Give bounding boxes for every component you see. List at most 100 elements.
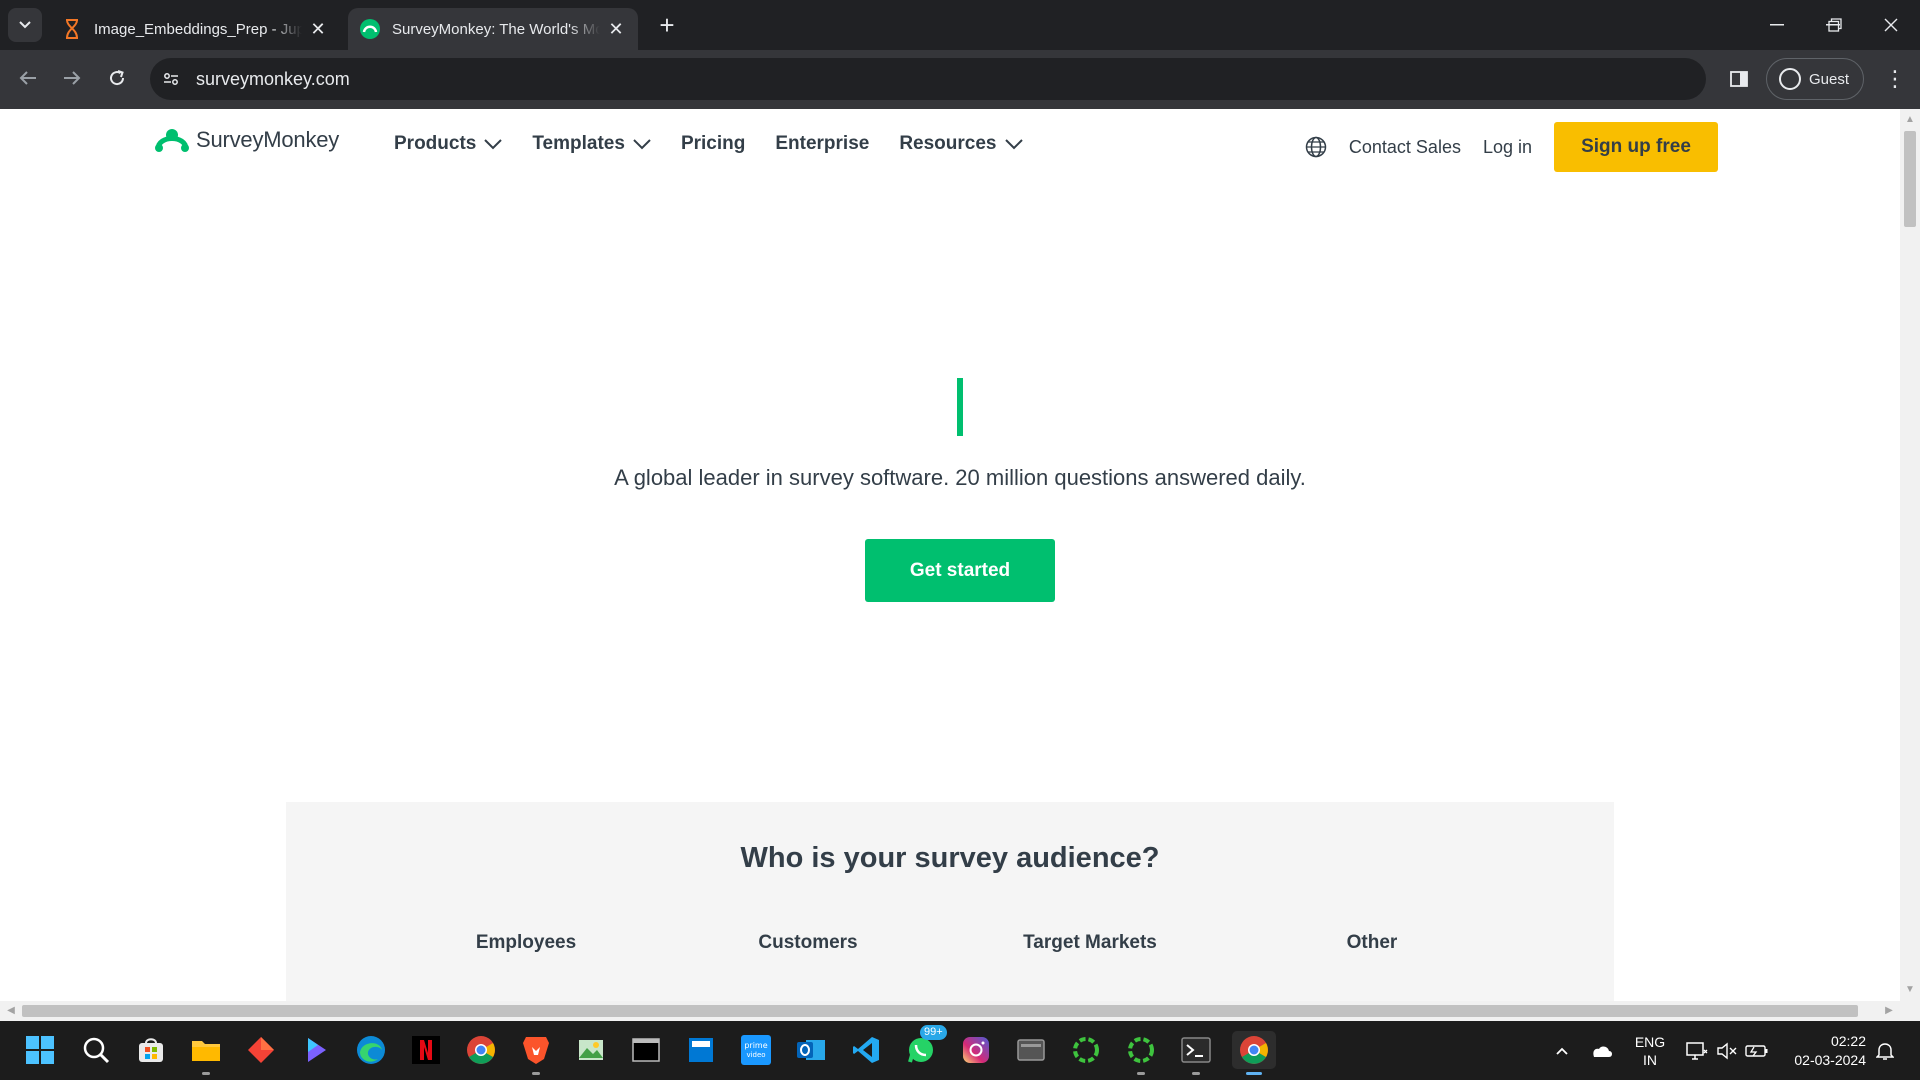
arrow-left-icon [19, 71, 36, 85]
system-clock[interactable]: 02:22 02-03-2024 [1782, 1021, 1866, 1080]
nav-enterprise[interactable]: Enterprise [775, 133, 869, 155]
region-code: IN [1643, 1051, 1657, 1068]
close-icon [1884, 18, 1898, 32]
profile-button[interactable]: Guest [1766, 58, 1864, 100]
nav-label: Resources [899, 133, 997, 154]
scroll-right-icon[interactable]: ▶ [1880, 1001, 1898, 1021]
page-viewport: SurveyMonkey Products Templates Pricing … [0, 109, 1900, 1001]
site-settings-icon[interactable] [156, 64, 186, 94]
login-link[interactable]: Log in [1483, 137, 1532, 158]
network-icon[interactable] [1684, 1021, 1710, 1080]
forward-button[interactable] [56, 62, 88, 94]
prime-video-icon[interactable]: prime video [737, 1031, 775, 1069]
globe-icon[interactable] [1305, 136, 1327, 158]
edge-icon[interactable] [352, 1031, 390, 1069]
audience-section: Who is your survey audience? Employees C… [286, 802, 1614, 1001]
hourglass-icon [62, 19, 82, 39]
url-text[interactable]: surveymonkey.com [196, 69, 350, 90]
active-indicator [1246, 1072, 1262, 1075]
tab-title: SurveyMonkey: The World's Most Popular F… [392, 20, 600, 38]
calculator-blue-icon[interactable] [682, 1031, 720, 1069]
nav-templates[interactable]: Templates [532, 133, 651, 155]
chrome-active-icon[interactable] [1232, 1031, 1276, 1075]
svg-text:prime: prime [744, 1041, 767, 1050]
horizontal-scrollbar[interactable]: ◀ ▶ [0, 1001, 1900, 1021]
browser-toolbar: surveymonkey.com Guest ⋮ [0, 50, 1920, 109]
language-code: ENG [1634, 1033, 1666, 1050]
notifications-bell-icon[interactable] [1872, 1021, 1898, 1080]
running-indicator [202, 1072, 210, 1075]
tray-overflow-icon[interactable] [1550, 1021, 1574, 1080]
language-indicator[interactable]: ENG IN [1630, 1021, 1670, 1080]
audience-tab-employees[interactable]: Employees [426, 932, 626, 954]
file-explorer-icon[interactable] [187, 1031, 225, 1075]
minimize-button[interactable] [1748, 0, 1806, 50]
netflix-icon[interactable] [407, 1031, 445, 1069]
address-bar[interactable]: surveymonkey.com [150, 58, 1706, 100]
side-panel-button[interactable] [1724, 64, 1754, 94]
more-menu-icon[interactable]: ⋮ [1880, 64, 1910, 94]
vscode-icon[interactable] [847, 1031, 885, 1069]
arrow-right-icon [64, 71, 81, 85]
clock-date: 02-03-2024 [1794, 1051, 1866, 1068]
onedrive-icon[interactable] [1588, 1021, 1614, 1080]
microsoft-store-icon[interactable] [132, 1031, 170, 1069]
tab-jupyter[interactable]: Image_Embeddings_Prep - Jupyter ✕ [50, 8, 340, 50]
audience-tab-target-markets[interactable]: Target Markets [990, 932, 1190, 954]
restore-icon [1828, 18, 1842, 32]
audience-tab-customers[interactable]: Customers [708, 932, 908, 954]
green-ring-app-2-icon[interactable] [1122, 1031, 1160, 1075]
profile-label: Guest [1809, 70, 1850, 88]
new-tab-button[interactable]: + [652, 10, 682, 40]
reload-button[interactable] [101, 62, 133, 94]
chevron-down-icon [633, 139, 651, 150]
scroll-up-icon[interactable]: ▲ [1900, 111, 1920, 129]
whatsapp-icon[interactable]: 99+ [902, 1025, 947, 1069]
scroll-left-icon[interactable]: ◀ [2, 1001, 20, 1021]
powershell-icon[interactable] [1177, 1031, 1215, 1075]
chevron-down-icon [19, 21, 31, 29]
nav-products[interactable]: Products [394, 133, 503, 155]
restore-button[interactable] [1806, 0, 1864, 50]
app-red-icon[interactable] [242, 1031, 280, 1069]
header-actions: Contact Sales Log in Sign up free [1305, 122, 1718, 172]
scrollbar-thumb[interactable] [1904, 131, 1916, 227]
tab-surveymonkey[interactable]: SurveyMonkey: The World's Most Popular F… [348, 8, 638, 50]
search-icon[interactable] [77, 1031, 115, 1069]
back-button[interactable] [12, 62, 44, 94]
instagram-icon[interactable] [957, 1031, 995, 1069]
signup-button[interactable]: Sign up free [1554, 122, 1718, 172]
running-indicator [1137, 1072, 1145, 1075]
chrome-icon[interactable] [462, 1031, 500, 1069]
contact-sales-link[interactable]: Contact Sales [1349, 137, 1461, 158]
outlook-icon[interactable] [792, 1031, 830, 1069]
photos-app-icon[interactable] [572, 1031, 610, 1069]
windows-start-icon[interactable] [21, 1031, 59, 1069]
audience-title: Who is your survey audience? [740, 842, 1160, 874]
tab-title: Image_Embeddings_Prep - Jupyter [94, 20, 302, 38]
vertical-scrollbar[interactable]: ▲ ▼ [1900, 109, 1920, 1001]
volume-muted-icon[interactable] [1714, 1021, 1740, 1080]
battery-icon[interactable] [1744, 1021, 1770, 1080]
scroll-down-icon[interactable]: ▼ [1900, 981, 1920, 999]
close-icon[interactable]: ✕ [308, 19, 328, 40]
running-indicator [1192, 1072, 1200, 1075]
chevron-down-icon [1004, 139, 1023, 150]
copilot-icon[interactable] [297, 1031, 335, 1069]
tab-search-button[interactable] [8, 8, 42, 42]
surveymonkey-logo[interactable]: SurveyMonkey [154, 127, 339, 153]
nav-pricing[interactable]: Pricing [681, 133, 745, 155]
brave-icon[interactable] [517, 1031, 555, 1075]
audience-tab-other[interactable]: Other [1272, 932, 1472, 954]
nav-resources[interactable]: Resources [899, 133, 1023, 155]
close-window-button[interactable] [1862, 0, 1920, 50]
terminal-app-icon[interactable] [627, 1031, 665, 1069]
chevron-down-icon [484, 139, 503, 150]
scrollbar-thumb[interactable] [22, 1005, 1858, 1017]
media-app-icon[interactable] [1012, 1031, 1050, 1069]
clock-time: 02:22 [1830, 1032, 1866, 1049]
notification-badge: 99+ [920, 1025, 947, 1040]
close-icon[interactable]: ✕ [606, 19, 626, 40]
green-ring-app-icon[interactable] [1067, 1031, 1105, 1069]
get-started-button[interactable]: Get started [865, 539, 1055, 602]
